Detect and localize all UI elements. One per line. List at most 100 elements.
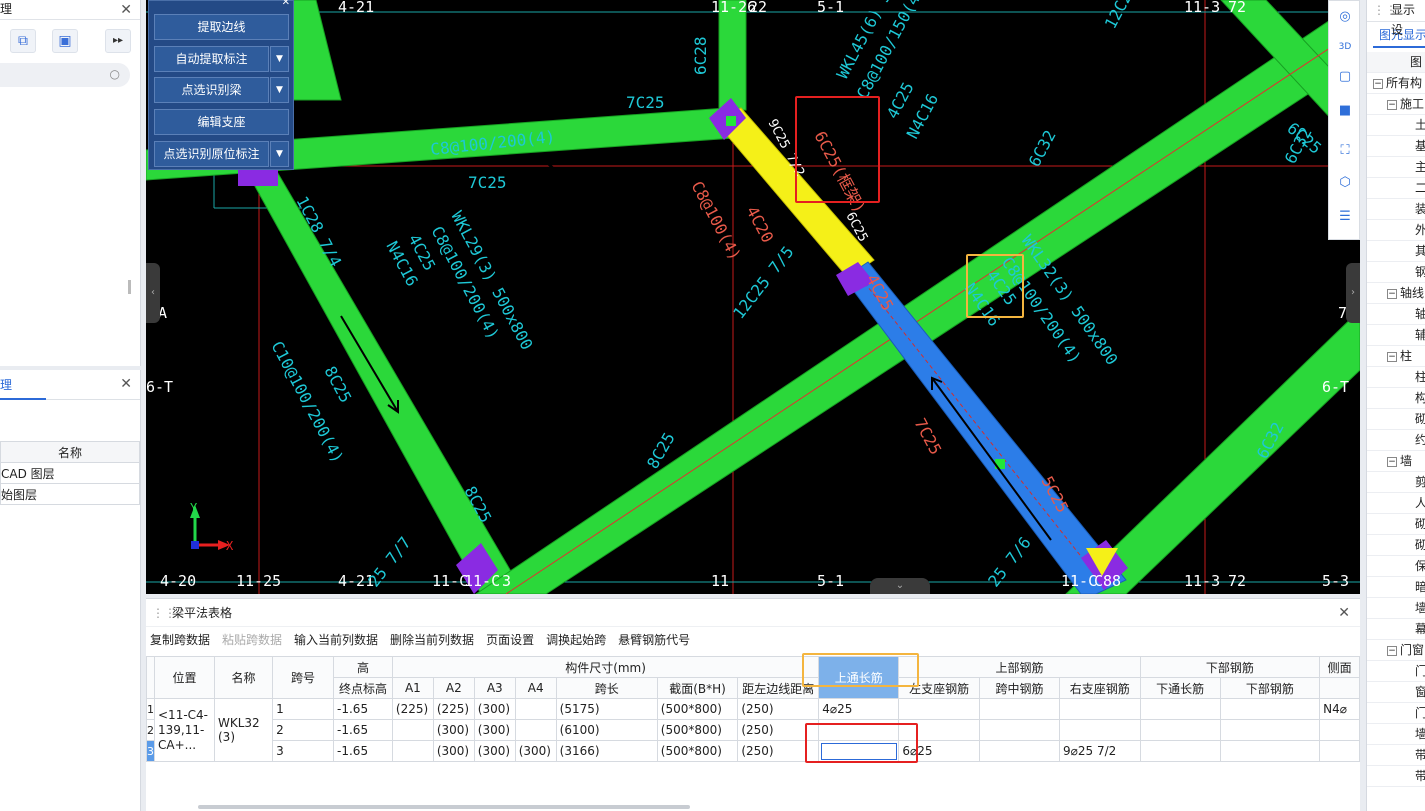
pick-identify-beam-button[interactable]: 点选识别梁 [154,77,269,103]
tree-item[interactable]: 构 [1367,388,1425,409]
search-input[interactable]: ○ [0,63,130,87]
pick-identify-original-label-button[interactable]: 点选识别原位标注 [154,141,269,167]
tree-item[interactable]: 人 [1367,493,1425,514]
cell-end[interactable]: -1.65 [333,698,393,720]
tree-item[interactable]: − 墙 [1367,451,1425,472]
toolbar-button[interactable]: 输入当前列数据 [294,633,378,647]
cell-side[interactable] [1319,719,1360,741]
cell-position[interactable]: <11-C4-139,11-CA+... [154,698,215,762]
cube-icon[interactable]: ▢ [1333,65,1357,89]
solid-cube-icon[interactable]: ■ [1333,99,1357,123]
tab-layers[interactable]: 理 [0,370,46,400]
cell-a2[interactable]: (300) [432,740,475,762]
cell-a1[interactable]: (225) [391,698,434,720]
view-cube-icon[interactable]: ⬡ [1333,171,1357,195]
tree-item[interactable]: 墙 [1367,724,1425,745]
tree-item[interactable]: 砌 [1367,514,1425,535]
tree-item[interactable]: 二 [1367,178,1425,199]
tree-item[interactable]: 砌 [1367,409,1425,430]
cell-a3[interactable]: (300) [473,698,516,720]
layer-row-cad[interactable]: CAD 图层 [0,462,140,484]
layer-icon[interactable]: ▣ [52,29,78,53]
cell-lower-long[interactable] [1139,740,1221,762]
cell-lower-long[interactable] [1139,719,1221,741]
cell-lower[interactable] [1219,740,1321,762]
cell-a2[interactable]: (225) [432,698,475,720]
cell-a2[interactable]: (300) [432,719,475,741]
cell-right[interactable] [1059,719,1141,741]
cell-len[interactable]: (3166) [555,740,658,762]
cell-len[interactable]: (5175) [555,698,658,720]
close-icon[interactable]: ✕ [282,0,290,8]
table-row[interactable]: 2 2 -1.65 (300) (300) (6100) (500*800) (250) [146,719,1360,741]
collapse-icon[interactable]: − [1387,645,1397,656]
cell-end[interactable]: -1.65 [333,719,393,741]
tree-item[interactable]: 辅 [1367,325,1425,346]
orbit-icon[interactable]: ◎ [1333,5,1357,29]
grip-point[interactable] [995,459,1005,469]
cell-a3[interactable]: (300) [473,740,516,762]
tree-item[interactable]: 柱 [1367,367,1425,388]
properties-icon[interactable]: ☰ [1333,205,1357,229]
zoom-extents-icon[interactable]: ⛶ [1333,139,1357,163]
collapse-icon[interactable]: − [1387,99,1397,110]
toolbar-button[interactable]: 粘贴跨数据 [222,633,282,647]
cell-right[interactable] [1059,698,1141,720]
toolbar-button[interactable]: 悬臂钢筋代号 [618,633,690,647]
cell-lower[interactable] [1219,698,1321,720]
horizontal-scrollbar[interactable] [198,805,690,809]
row-index[interactable]: 2 [146,719,155,741]
table-row[interactable]: 1 <11-C4-139,11-CA+... WKL32(3) 1 -1.65 (225)… [146,698,1360,762]
cell-sec[interactable]: (500*800) [656,719,739,741]
cell-lower[interactable] [1219,719,1321,741]
tree-item[interactable]: 主 [1367,157,1425,178]
cell-name[interactable]: WKL32(3) [213,698,274,762]
extract-edge-button[interactable]: 提取边线 [154,14,289,40]
expand-icon[interactable]: ▸▸ [105,29,131,53]
tree-item[interactable]: 土 [1367,115,1425,136]
cell-dist[interactable]: (250) [737,698,820,720]
row-index[interactable]: 1 [146,698,155,720]
cell-side[interactable] [1319,740,1360,762]
cell-left[interactable] [898,698,980,720]
cell-a4[interactable] [514,698,557,720]
copy-icon[interactable]: ⧉ [10,29,36,53]
cell-span[interactable]: 1 [272,698,335,720]
cell-a4[interactable]: (300) [514,740,557,762]
view-3d-icon[interactable]: 3D [1333,35,1357,59]
cell-a1[interactable] [391,719,434,741]
tree-item[interactable]: 带 [1367,766,1425,787]
tree-item[interactable]: − 轴线 [1367,283,1425,304]
tree-item[interactable]: 外 [1367,220,1425,241]
cell-a3[interactable]: (300) [473,719,516,741]
cell-mid[interactable] [978,740,1061,762]
toolbar-button[interactable]: 复制跨数据 [150,633,210,647]
collapse-left-icon[interactable]: ‹ [146,263,160,323]
layer-row-original[interactable]: 始图层 [0,483,140,505]
tree-item[interactable]: 门 [1367,703,1425,724]
drag-handle-icon[interactable]: ⋮⋮ [1373,0,1397,20]
cell-right[interactable]: 9⌀25 7/2 [1059,740,1141,762]
cell-mid[interactable] [978,719,1061,741]
toolbar-button[interactable]: 删除当前列数据 [390,633,474,647]
cell-sec[interactable]: (500*800) [656,698,739,720]
cad-canvas[interactable]: 4-21 11-26 22 5-1 11-3 72 4-20 11-25 4-2… [146,0,1360,594]
drag-handle-icon[interactable]: ⋮⋮ [152,599,176,627]
scroll-handle[interactable] [128,280,131,294]
collapse-icon[interactable]: − [1387,351,1397,362]
tree-item[interactable]: 保 [1367,556,1425,577]
tree-item[interactable]: 砌 [1367,535,1425,556]
row-index[interactable]: 3 [146,740,155,762]
tree-item[interactable]: 窗 [1367,682,1425,703]
close-icon[interactable]: ✕ [120,376,132,392]
close-icon[interactable]: ✕ [120,1,132,19]
dropdown-arrow-icon[interactable]: ▼ [270,77,289,103]
cell-sec[interactable]: (500*800) [656,740,739,762]
collapse-icon[interactable]: − [1387,456,1397,467]
auto-extract-label-button[interactable]: 自动提取标注 [154,46,269,72]
table-row[interactable]: 3 3 -1.65 (300) (300) (300) (3166) (500*800) (25… [146,740,1360,762]
tree-item[interactable]: − 所有构 [1367,73,1425,94]
dropdown-arrow-icon[interactable]: ▼ [270,141,289,167]
tree-item[interactable]: 轴 [1367,304,1425,325]
tree-item[interactable]: 门 [1367,661,1425,682]
